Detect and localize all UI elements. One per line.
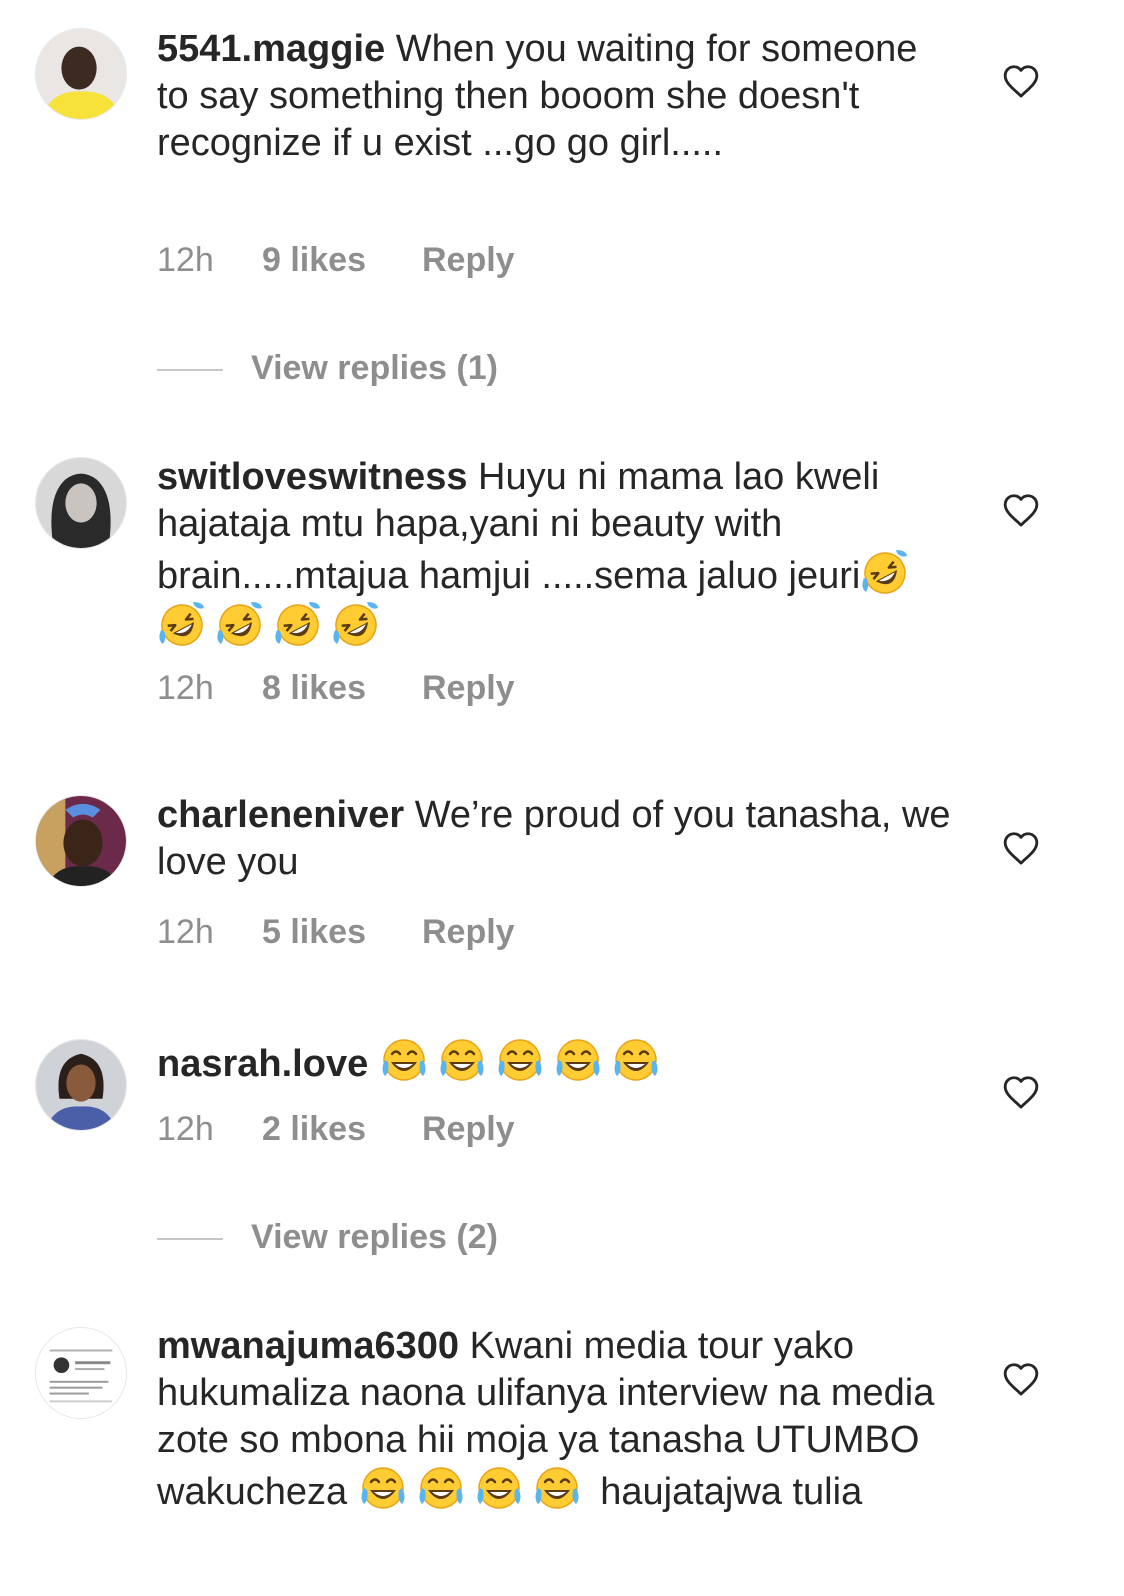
- like-heart-icon[interactable]: [1002, 1074, 1040, 1110]
- comment-meta: 12h 8 likes Reply: [157, 668, 515, 708]
- view-replies-button[interactable]: View replies (2): [157, 1217, 498, 1257]
- face-with-tears-of-joy-icon: [416, 1464, 466, 1514]
- divider-line: [157, 1238, 223, 1241]
- comment-username[interactable]: mwanajuma6300: [157, 1325, 459, 1367]
- reply-button[interactable]: Reply: [422, 668, 515, 708]
- comment-time: 12h: [157, 241, 214, 279]
- face-with-tears-of-joy-icon: [611, 1036, 661, 1086]
- comment-meta: 12h 9 likes Reply: [157, 240, 515, 280]
- comment-body-continued: haujatajwa tulia: [600, 1471, 863, 1513]
- comment-time: 12h: [157, 913, 214, 951]
- face-with-tears-of-joy-icon: [474, 1464, 524, 1514]
- comment-meta: 12h 2 likes Reply: [157, 1109, 515, 1149]
- comment-text: switloveswitness Huyu ni mama lao kweli …: [157, 454, 957, 652]
- comment-time: 12h: [157, 1110, 214, 1148]
- rolling-on-floor-laughing-icon: [860, 548, 910, 598]
- comment-username[interactable]: nasrah.love: [157, 1043, 368, 1085]
- comment-username[interactable]: switloveswitness: [157, 456, 467, 498]
- comment-meta: 12h 5 likes Reply: [157, 912, 515, 952]
- face-with-tears-of-joy-icon: [553, 1036, 603, 1086]
- face-with-tears-of-joy-icon: [495, 1036, 545, 1086]
- like-heart-icon[interactable]: [1002, 830, 1040, 866]
- comment-likes[interactable]: 5 likes: [262, 912, 422, 952]
- like-heart-icon[interactable]: [1002, 492, 1040, 528]
- divider-line: [157, 369, 223, 372]
- avatar[interactable]: [35, 795, 127, 887]
- like-heart-icon[interactable]: [1002, 1361, 1040, 1397]
- comment-text: charleneniver We’re proud of you tanasha…: [157, 792, 957, 886]
- comment-username[interactable]: 5541.maggie: [157, 28, 385, 70]
- face-with-tears-of-joy-icon: [358, 1464, 408, 1514]
- view-replies-label: View replies (1): [251, 349, 498, 387]
- avatar[interactable]: [35, 1039, 127, 1131]
- rolling-on-floor-laughing-icon: [331, 600, 381, 650]
- rolling-on-floor-laughing-icon: [157, 600, 207, 650]
- view-replies-label: View replies (2): [251, 1218, 498, 1256]
- comment-username[interactable]: charleneniver: [157, 794, 404, 836]
- comment-likes[interactable]: 8 likes: [262, 668, 422, 708]
- comment-likes[interactable]: 9 likes: [262, 240, 422, 280]
- reply-button[interactable]: Reply: [422, 912, 515, 952]
- comment-text: nasrah.love: [157, 1036, 957, 1088]
- face-with-tears-of-joy-icon: [379, 1036, 429, 1086]
- avatar[interactable]: [35, 28, 127, 120]
- reply-button[interactable]: Reply: [422, 1109, 515, 1149]
- like-heart-icon[interactable]: [1002, 63, 1040, 99]
- reply-button[interactable]: Reply: [422, 240, 515, 280]
- comment-text: mwanajuma6300 Kwani media tour yako huku…: [157, 1323, 957, 1516]
- face-with-tears-of-joy-icon: [532, 1464, 582, 1514]
- comment-likes[interactable]: 2 likes: [262, 1109, 422, 1149]
- comment-time: 12h: [157, 669, 214, 707]
- comment-text: 5541.maggie When you waiting for someone…: [157, 26, 957, 167]
- avatar[interactable]: [35, 1327, 127, 1419]
- face-with-tears-of-joy-icon: [437, 1036, 487, 1086]
- view-replies-button[interactable]: View replies (1): [157, 348, 498, 388]
- rolling-on-floor-laughing-icon: [273, 600, 323, 650]
- avatar[interactable]: [35, 457, 127, 549]
- rolling-on-floor-laughing-icon: [215, 600, 265, 650]
